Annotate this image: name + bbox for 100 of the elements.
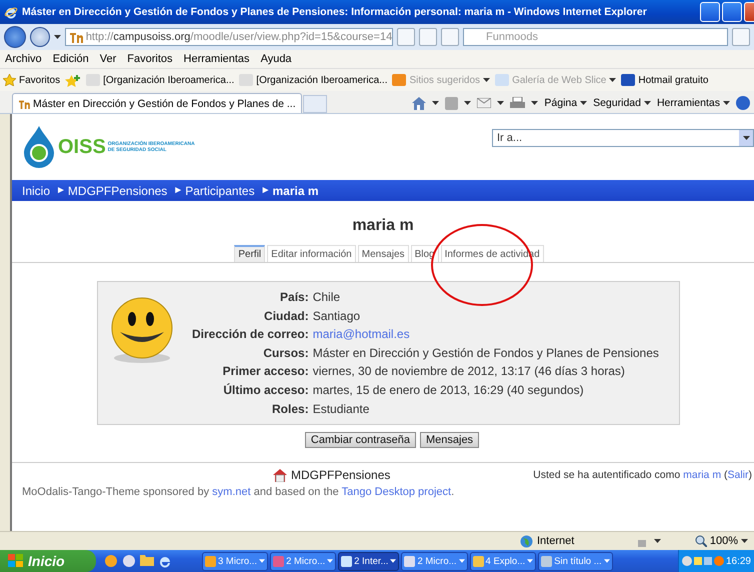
star-icon xyxy=(3,74,16,86)
forward-button[interactable] xyxy=(30,27,50,47)
site-favicon-icon xyxy=(239,74,254,86)
caret-icon xyxy=(604,559,610,563)
breadcrumb-link[interactable]: Participantes xyxy=(185,184,255,198)
maximize-button[interactable] xyxy=(722,2,742,22)
quick-launch-icon[interactable] xyxy=(104,554,118,568)
taskbar-button[interactable]: 4 Explo... xyxy=(470,552,536,570)
caret-icon xyxy=(654,539,661,543)
logout-link[interactable]: Salir xyxy=(727,469,748,482)
user-link[interactable]: maria m xyxy=(683,469,722,482)
app-icon xyxy=(541,556,552,566)
caret-icon xyxy=(742,136,750,140)
stop-button[interactable] xyxy=(441,28,460,46)
profile-button[interactable]: Cambiar contraseña xyxy=(304,432,416,448)
favorites-link[interactable]: Hotmail gratuito xyxy=(621,74,708,86)
site-favicon-icon xyxy=(18,98,30,108)
caret-icon xyxy=(580,101,588,105)
field-label: Ciudad: xyxy=(263,308,310,325)
app-icon xyxy=(404,556,416,566)
breadcrumb-separator: ► xyxy=(260,185,270,196)
breadcrumb-link[interactable]: maria m xyxy=(272,184,319,198)
quick-launch-icon[interactable] xyxy=(122,554,136,568)
caret-icon xyxy=(390,559,396,563)
window-title: Máster en Dirección y Gestión de Fondos y Planes de Pensiones: Información personal: maria m - Windows Internet Explorer xyxy=(22,6,648,18)
house-icon xyxy=(273,468,287,482)
app-icon xyxy=(205,556,216,566)
email-link[interactable]: maria@hotmail.es xyxy=(312,325,679,344)
app-icon xyxy=(273,556,284,566)
menu-item[interactable]: Edición xyxy=(52,53,89,65)
app-icon xyxy=(341,556,352,566)
profile-tab[interactable]: Editar información xyxy=(267,245,356,262)
add-favorite-icon[interactable] xyxy=(65,74,82,86)
command-menu[interactable]: Herramientas xyxy=(656,97,730,109)
refresh-button[interactable] xyxy=(419,28,438,46)
start-button[interactable]: Inicio xyxy=(0,550,96,572)
caret-icon xyxy=(432,101,440,105)
field-value: Máster en Dirección y Gestión de Fondos y Planes de Pensiones xyxy=(312,344,660,362)
field-value: martes, 15 de enero de 2013, 16:29 (40 segundos) xyxy=(312,382,585,399)
printer-icon[interactable] xyxy=(510,96,526,110)
zoom-control[interactable]: 100% xyxy=(694,535,754,547)
menu-item[interactable]: Archivo xyxy=(5,53,42,65)
profile-button[interactable]: Mensajes xyxy=(420,432,480,448)
taskbar-button[interactable]: 3 Micro... xyxy=(202,552,268,570)
command-menu[interactable]: Página xyxy=(544,97,588,109)
field-label: Cursos: xyxy=(262,344,310,362)
browser-logo-icon[interactable] xyxy=(158,554,172,568)
site-favicon-icon xyxy=(495,74,510,86)
browser-logo-icon xyxy=(4,5,18,19)
breadcrumb-separator: ► xyxy=(173,185,184,196)
back-button[interactable] xyxy=(4,26,26,48)
profile-tab[interactable]: Mensajes xyxy=(358,245,409,262)
favorites-link[interactable]: [Organización Iberoamerica... xyxy=(86,74,234,86)
caret-icon xyxy=(609,78,616,82)
compatibility-button[interactable] xyxy=(397,28,416,46)
breadcrumb-separator: ► xyxy=(56,185,66,196)
course-home-link[interactable]: MDGPFPensiones xyxy=(273,468,390,482)
credits-link[interactable]: sym.net xyxy=(212,486,251,498)
minimize-button[interactable] xyxy=(700,2,720,22)
site-favicon-icon xyxy=(621,74,636,86)
tray-icon[interactable] xyxy=(682,556,692,566)
favorites-button[interactable]: Favoritos xyxy=(3,74,60,86)
clock: 16:29 xyxy=(726,556,751,566)
caret-icon xyxy=(527,559,534,563)
app-icon xyxy=(472,556,484,566)
favorites-link[interactable]: [Organización Iberoamerica... xyxy=(239,74,388,86)
home-icon[interactable] xyxy=(412,96,426,110)
theme-credits: MoOdalis-Tango-Theme sponsored by sym.net and based on the Tango Desktop project. xyxy=(22,486,456,498)
history-caret-icon xyxy=(54,35,61,39)
menu-item[interactable]: Ayuda xyxy=(260,53,292,65)
taskbar-button[interactable]: Sin título ... xyxy=(538,552,613,570)
profile-tab[interactable]: Perfil xyxy=(234,245,266,262)
menu-item[interactable]: Herramientas xyxy=(184,53,250,65)
address-field[interactable]: http://campusoiss.org/moodle/user/view.php?id=15&course=14 xyxy=(64,28,394,46)
caret-icon xyxy=(458,559,465,563)
menu-item[interactable]: Favoritos xyxy=(127,53,173,65)
site-favicon-icon xyxy=(392,74,406,86)
login-info: Usted se ha autentificado como maria m (Salir) xyxy=(533,469,753,482)
caret-icon xyxy=(464,101,472,105)
caret-icon xyxy=(644,101,651,105)
taskbar-button[interactable]: 2 Inter... xyxy=(338,552,400,570)
field-value: viernes, 30 de noviembre de 2012, 13:17 (46 días 3 horas) xyxy=(312,363,626,380)
field-label: Primer acceso: xyxy=(222,363,310,380)
taskbar-button[interactable]: 2 Micro... xyxy=(401,552,468,570)
search-field[interactable]: Funmoods xyxy=(463,28,728,46)
credits-link[interactable]: Tango Desktop project xyxy=(342,486,452,498)
taskbar-button[interactable]: 2 Micro... xyxy=(270,552,336,570)
search-button[interactable] xyxy=(732,28,750,46)
magnifier-icon xyxy=(694,535,707,547)
jump-to-select[interactable]: Ir a... xyxy=(492,129,754,147)
globe-icon xyxy=(520,534,533,548)
browser-tab[interactable]: Máster en Dirección y Gestión de Fondos y Planes de ... xyxy=(12,93,302,113)
caret-icon xyxy=(723,101,730,105)
mail-icon[interactable] xyxy=(477,98,492,108)
menu-item[interactable]: Ver xyxy=(100,53,116,65)
breadcrumb-link[interactable]: Inicio xyxy=(22,184,50,198)
folder-icon[interactable] xyxy=(140,554,154,566)
field-label: Roles: xyxy=(271,400,310,418)
breadcrumb-link[interactable]: MDGPFPensiones xyxy=(68,184,168,198)
command-menu[interactable]: Seguridad xyxy=(593,97,651,109)
